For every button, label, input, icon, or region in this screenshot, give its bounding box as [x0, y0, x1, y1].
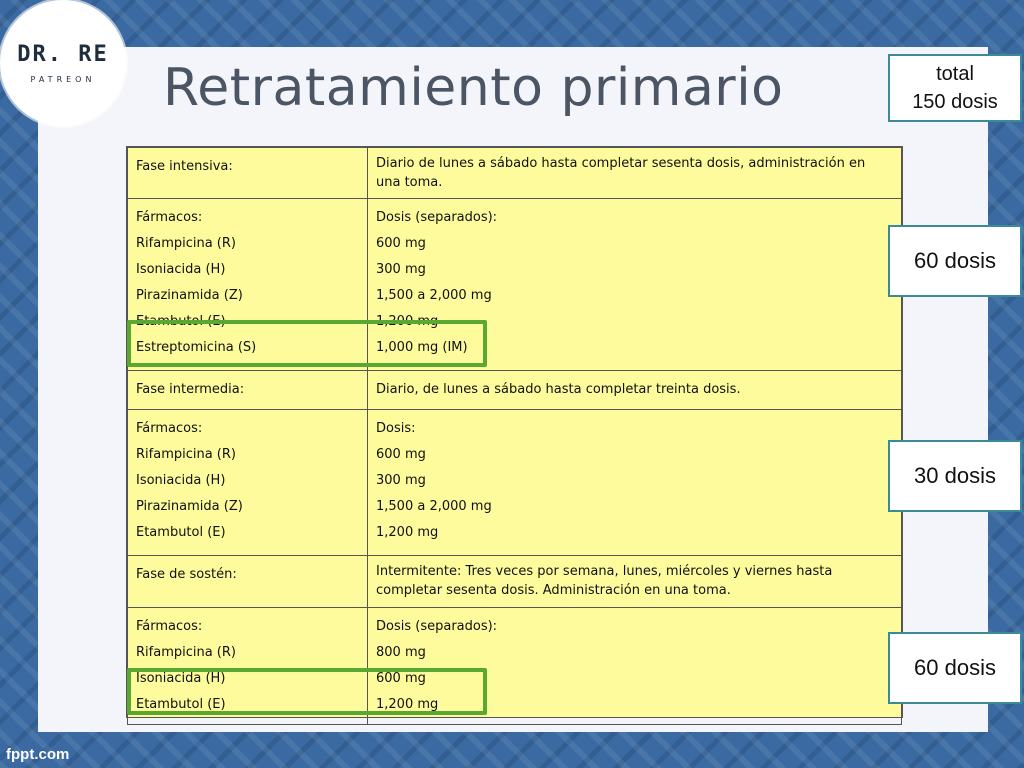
- intermediate-doses-box: 30 dosis: [888, 440, 1022, 512]
- table-row: Fase intermedia: Diario, de lunes a sába…: [127, 370, 902, 410]
- cell-line: Intermitente: Tres veces por semana, lun…: [376, 564, 833, 579]
- cell-line: Fármacos:: [136, 619, 203, 634]
- cell-line: 1,500 a 2,000 mg: [376, 499, 492, 514]
- table-row: Fase intensiva: Diario de lunes a sábado…: [127, 147, 902, 199]
- cell-line: Isoniacida (H): [136, 262, 226, 277]
- estreptomicina-highlight: [127, 320, 487, 367]
- slide-title: Retratamiento primario: [163, 58, 784, 118]
- cell-line: 600 mg: [376, 236, 426, 251]
- cell-line: Rifampicina (R): [136, 645, 236, 660]
- cell-line: Diario de lunes a sábado hasta completar…: [376, 156, 866, 171]
- cell-line: Fase intensiva:: [136, 159, 233, 174]
- table-cell: Fase intermedia:: [127, 370, 368, 410]
- cell-line: 300 mg: [376, 473, 426, 488]
- total-value: 150 dosis: [912, 91, 998, 113]
- table-cell: Dosis: 600 mg 300 mg 1,500 a 2,000 mg 1,…: [367, 409, 902, 556]
- table-cell: Intermitente: Tres veces por semana, lun…: [367, 555, 902, 608]
- intermediate-doses-label: 30 dosis: [914, 463, 996, 488]
- cell-line: 1,500 a 2,000 mg: [376, 288, 492, 303]
- treatment-table: Fase intensiva: Diario de lunes a sábado…: [126, 146, 903, 725]
- intensive-doses-box: 60 dosis: [888, 225, 1022, 297]
- logo-subtitle: PATREON: [30, 75, 96, 84]
- cell-line: Rifampicina (R): [136, 236, 236, 251]
- cell-line: Dosis (separados):: [376, 619, 498, 634]
- cell-line: Dosis:: [376, 421, 416, 436]
- table-row: Fármacos: Rifampicina (R) Isoniacida (H)…: [127, 409, 902, 556]
- table-row: Fase de sostén: Intermitente: Tres veces…: [127, 555, 902, 608]
- cell-line: Dosis (separados):: [376, 210, 498, 225]
- logo-brand: DR. RE: [17, 42, 109, 67]
- footer-brand: fppt.com: [6, 746, 70, 763]
- cell-line: Pirazinamida (Z): [136, 499, 243, 514]
- cell-line: Rifampicina (R): [136, 447, 236, 462]
- cell-line: Etambutol (E): [136, 525, 226, 540]
- cell-line: 600 mg: [376, 447, 426, 462]
- cell-line: Isoniacida (H): [136, 473, 226, 488]
- total-label: total: [936, 63, 974, 85]
- cell-line: Fármacos:: [136, 210, 203, 225]
- cell-line: una toma.: [376, 175, 443, 190]
- cell-line: Pirazinamida (Z): [136, 288, 243, 303]
- total-doses-box: total 150 dosis: [888, 54, 1022, 122]
- cell-line: 300 mg: [376, 262, 426, 277]
- cell-line: Fármacos:: [136, 421, 203, 436]
- cell-line: Diario, de lunes a sábado hasta completa…: [376, 382, 741, 397]
- intensive-doses-label: 60 dosis: [914, 248, 996, 273]
- maintenance-doses-box: 60 dosis: [888, 632, 1022, 704]
- table-cell: Fase de sostén:: [127, 555, 368, 608]
- etambutol-highlight: [127, 668, 487, 715]
- dr-re-logo: DR. RE PATREON: [0, 0, 126, 126]
- cell-line: Fase intermedia:: [136, 382, 245, 397]
- cell-line: Fase de sostén:: [136, 567, 237, 582]
- maintenance-doses-label: 60 dosis: [914, 655, 996, 680]
- table-cell: Diario de lunes a sábado hasta completar…: [367, 147, 902, 199]
- table-cell: Fase intensiva:: [127, 147, 368, 199]
- cell-line: 1,200 mg: [376, 525, 439, 540]
- cell-line: 800 mg: [376, 645, 426, 660]
- table-cell: Fármacos: Rifampicina (R) Isoniacida (H)…: [127, 409, 368, 556]
- table-cell: Diario, de lunes a sábado hasta completa…: [367, 370, 902, 410]
- cell-line: completar sesenta dosis. Administración …: [376, 583, 731, 598]
